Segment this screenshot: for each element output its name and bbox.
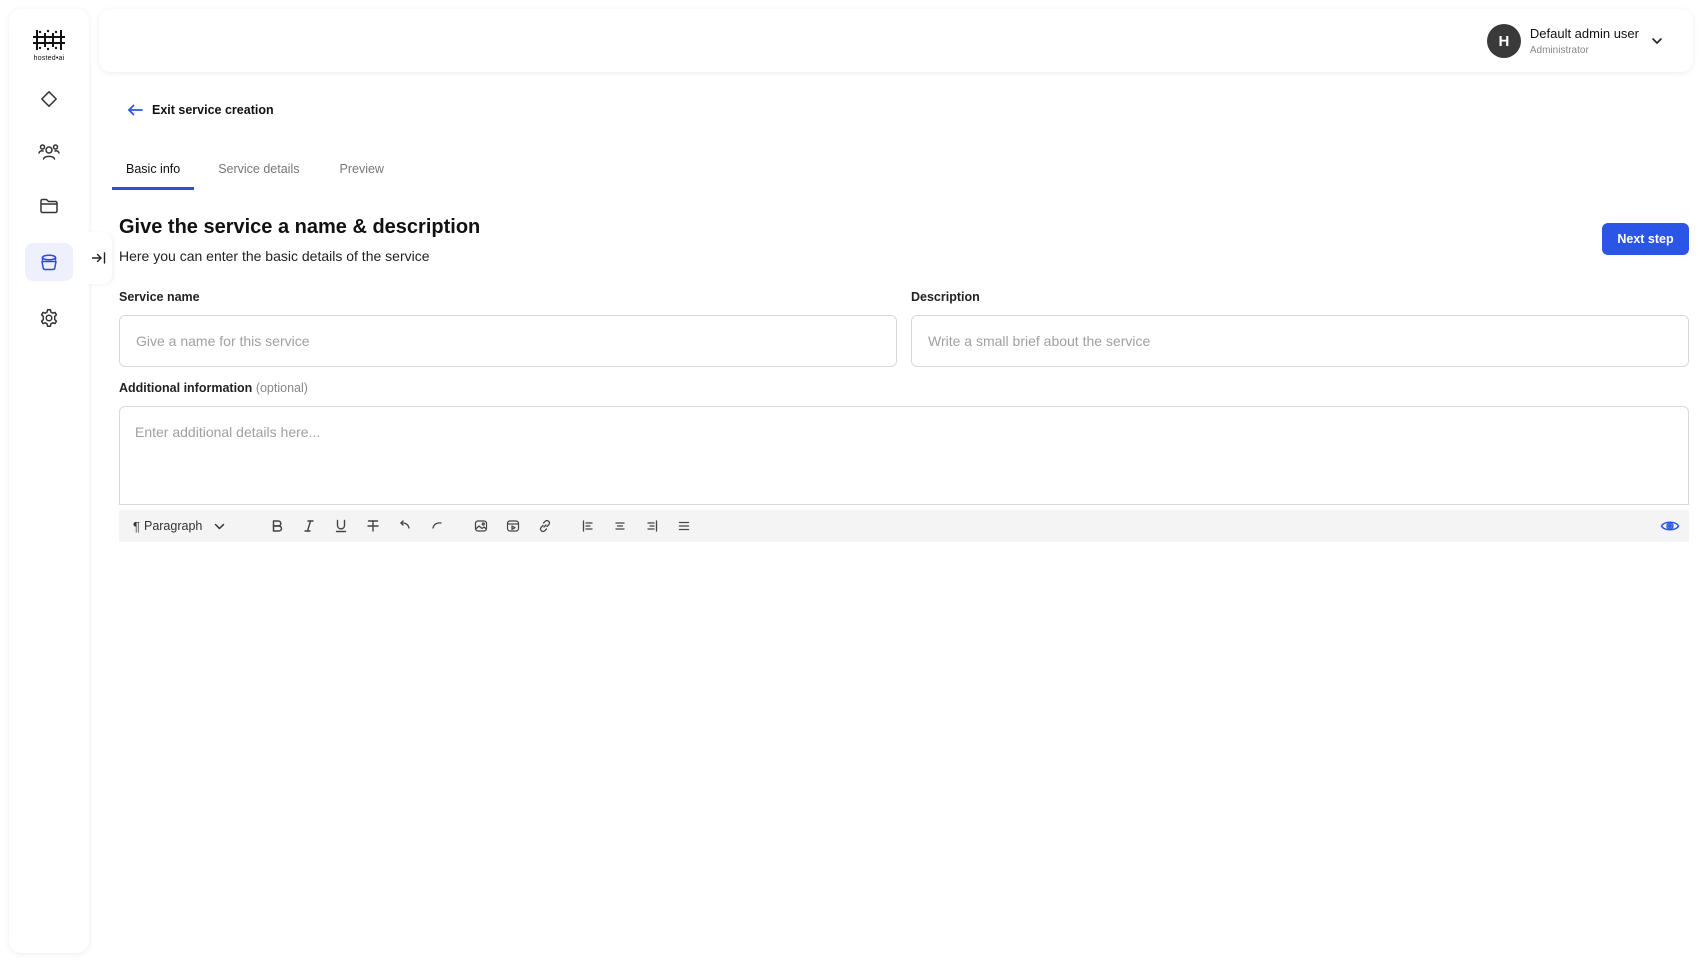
tab-service-details[interactable]: Service details [204,158,313,190]
additional-info-label-text: Additional information [119,381,253,395]
paragraph-select[interactable]: ¶ Paragraph [133,516,225,536]
strikethrough-icon[interactable] [363,516,383,536]
image-icon[interactable] [471,516,491,536]
logo-text: hosted•ai [33,55,65,62]
description-label: Description [911,290,980,304]
user-menu[interactable]: H Default admin user Administrator [1486,22,1663,60]
bold-icon[interactable] [267,516,287,536]
app-logo[interactable]: hosted•ai [29,27,69,75]
next-step-button[interactable]: Next step [1602,223,1689,255]
user-name: Default admin user [1529,25,1639,41]
tab-preview[interactable]: Preview [326,158,398,190]
folder-icon [40,198,58,214]
sidebar: hosted•ai [9,9,89,953]
sidebar-item-folders[interactable] [25,187,73,225]
tab-basic-info[interactable]: Basic info [112,158,195,190]
exit-label: Exit service creation [152,103,274,117]
align-right-icon[interactable] [642,516,662,536]
service-name-input[interactable] [119,315,897,367]
avatar: H [1486,24,1521,58]
video-icon[interactable] [503,516,523,536]
chevron-down-icon [214,523,225,530]
sidebar-item-dashboard[interactable] [25,80,73,118]
italic-icon[interactable] [299,516,319,536]
eye-icon[interactable] [1659,515,1681,537]
users-icon [38,144,60,160]
services-icon [41,254,57,271]
expand-sidebar-icon [91,252,106,264]
align-justify-icon[interactable] [674,516,694,536]
exit-service-creation-link[interactable]: Exit service creation [127,103,274,117]
description-input[interactable] [911,315,1689,367]
arrow-left-icon [128,104,143,116]
editor-toolbar: ¶ Paragraph [119,510,1689,542]
page-subtitle: Here you can enter the basic details of … [119,248,430,264]
redo-icon[interactable] [427,516,447,536]
sidebar-collapse-toggle[interactable] [86,232,112,284]
service-name-label: Service name [119,290,200,304]
pilcrow-icon: ¶ [133,518,140,534]
chevron-down-icon[interactable] [1651,37,1663,45]
align-center-icon[interactable] [610,516,630,536]
top-bar: H Default admin user Administrator [99,9,1693,72]
step-tabs: Basic info Service details Preview [112,158,398,190]
page-title: Give the service a name & description [119,216,481,238]
link-icon[interactable] [535,516,555,536]
optional-label: (optional) [255,381,308,395]
additional-info-textarea[interactable] [119,406,1689,505]
align-left-icon[interactable] [578,516,598,536]
additional-info-label: Additional information (optional) [119,381,308,395]
underline-icon[interactable] [331,516,351,536]
sidebar-item-services[interactable] [25,243,73,281]
paragraph-label: Paragraph [143,519,203,533]
undo-icon[interactable] [395,516,415,536]
logo-icon [33,29,65,51]
diamond-icon [41,91,57,107]
sidebar-item-settings[interactable] [25,299,73,337]
user-role: Administrator [1529,44,1589,56]
sidebar-item-users[interactable] [25,133,73,171]
gear-icon [40,309,58,327]
